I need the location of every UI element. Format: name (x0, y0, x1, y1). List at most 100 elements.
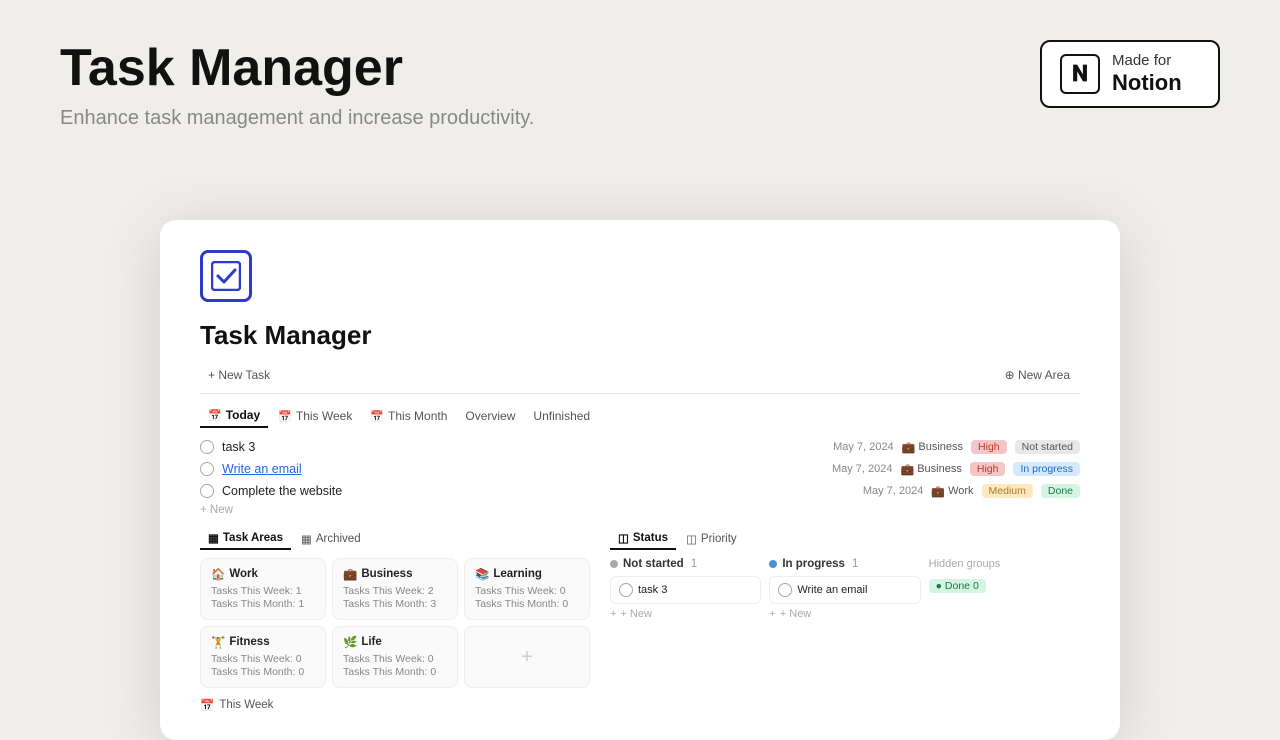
col-header-not-started: Not started 1 (610, 558, 761, 570)
add-area-card[interactable]: + (464, 626, 590, 688)
task-left: task 3 (200, 440, 255, 454)
kanban-columns: Not started 1 task 3 + + New (610, 558, 1080, 620)
status-icon: ◫ (618, 531, 629, 545)
kanban-add-not-started[interactable]: + + New (610, 608, 761, 620)
area-emoji: 📚 (475, 567, 489, 581)
done-badge: ● Done 0 (929, 579, 986, 593)
task-date: May 7, 2024 (832, 463, 893, 475)
tab-today[interactable]: 📅 Today (200, 404, 268, 428)
priority-badge: High (971, 440, 1007, 454)
card-circle (619, 583, 633, 597)
area-card-learning[interactable]: 📚 Learning Tasks This Week: 0 Tasks This… (464, 558, 590, 620)
add-new-label: + New (200, 504, 233, 516)
task-right: May 7, 2024 💼 Business High In progress (832, 462, 1080, 476)
area-week-stat: Tasks This Week: 0 (343, 653, 447, 665)
priority-badge: High (970, 462, 1006, 476)
tab-this-week[interactable]: 📅 This Week (270, 404, 360, 428)
task-areas-icon: ▦ (208, 531, 219, 545)
app-icon (200, 250, 252, 302)
status-label: Status (633, 532, 668, 544)
area-month-stat: Tasks This Month: 1 (211, 598, 315, 610)
area-emoji: 🌿 (343, 635, 357, 649)
kanban-col-not-started: Not started 1 task 3 + + New (610, 558, 761, 620)
notion-icon: 𝐍 (1060, 54, 1100, 94)
tab-month-label: This Month (388, 409, 447, 423)
task-date: May 7, 2024 (833, 441, 894, 453)
task-circle[interactable] (200, 484, 214, 498)
footer: 📅 This Week (200, 698, 1080, 712)
task-date: May 7, 2024 (863, 485, 924, 497)
kanban-col-in-progress: In progress 1 Write an email + + New (769, 558, 920, 620)
kanban-card[interactable]: Write an email (769, 576, 920, 604)
in-progress-dot (769, 560, 777, 568)
area-name: Business (917, 463, 962, 475)
area-week-stat: Tasks This Week: 1 (211, 585, 315, 597)
task-area: 💼 Business (901, 463, 962, 476)
area-card-fitness[interactable]: 🏋️ Fitness Tasks This Week: 0 Tasks This… (200, 626, 326, 688)
task-list: task 3 May 7, 2024 💼 Business High Not s… (200, 436, 1080, 516)
kanban-panel: ◫ Status ◫ Priority Not started 1 (610, 528, 1080, 688)
add-new-task[interactable]: + New (200, 504, 1080, 516)
today-icon: 📅 (208, 409, 222, 422)
tab-status[interactable]: ◫ Status (610, 528, 676, 550)
new-task-button[interactable]: + New Task (200, 365, 278, 385)
task-name: Write an email (222, 462, 302, 476)
toolbar-right: ⊕ New Area (995, 365, 1080, 385)
tab-overview[interactable]: Overview (457, 404, 523, 428)
title-block: Task Manager Enhance task management and… (60, 40, 534, 130)
tab-this-month[interactable]: 📅 This Month (362, 404, 455, 428)
add-icon: + (769, 608, 775, 620)
page-header: Task Manager Enhance task management and… (0, 0, 1280, 130)
kanban-col-hidden: Hidden groups ● Done 0 (929, 558, 1080, 620)
notion-badge: 𝐍 Made for Notion (1040, 40, 1220, 108)
footer-label: This Week (219, 699, 273, 711)
archived-icon: ▦ (301, 532, 312, 546)
month-icon: 📅 (370, 410, 384, 423)
notion-label: Notion (1112, 70, 1182, 96)
card-task-name: task 3 (638, 584, 667, 596)
area-emoji: 🏠 (211, 567, 225, 581)
area-month-stat: Tasks This Month: 3 (343, 598, 447, 610)
kanban-card[interactable]: task 3 (610, 576, 761, 604)
area-emoji: 💼 (343, 567, 357, 581)
task-circle[interactable] (200, 462, 214, 476)
area-icon: 💼 (902, 441, 916, 454)
not-started-label: Not started (623, 558, 684, 570)
kanban-add-in-progress[interactable]: + + New (769, 608, 920, 620)
tab-overview-label: Overview (465, 409, 515, 423)
tab-unfinished[interactable]: Unfinished (525, 404, 598, 428)
kanban-tabs: ◫ Status ◫ Priority (610, 528, 1080, 550)
areas-grid: 🏠 Work Tasks This Week: 1 Tasks This Mon… (200, 558, 590, 688)
tab-archived[interactable]: ▦ Archived (293, 528, 369, 550)
not-started-dot (610, 560, 618, 568)
area-icon: 💼 (901, 463, 915, 476)
priority-label: Priority (701, 533, 737, 545)
area-card-work[interactable]: 🏠 Work Tasks This Week: 1 Tasks This Mon… (200, 558, 326, 620)
in-progress-label: In progress (782, 558, 845, 570)
area-month-stat: Tasks This Month: 0 (211, 666, 315, 678)
area-title: 🏠 Work (211, 567, 315, 581)
task-left: Complete the website (200, 484, 342, 498)
task-circle[interactable] (200, 440, 214, 454)
new-area-button[interactable]: ⊕ New Area (995, 365, 1080, 385)
hidden-groups-label: Hidden groups (929, 558, 1080, 570)
status-badge: Done (1041, 484, 1080, 498)
toolbar-left: + New Task (200, 365, 278, 385)
table-row: Complete the website May 7, 2024 💼 Work … (200, 480, 1080, 502)
area-title: 💼 Business (343, 567, 447, 581)
area-card-business[interactable]: 💼 Business Tasks This Week: 2 Tasks This… (332, 558, 458, 620)
priority-icon: ◫ (686, 532, 697, 546)
area-week-stat: Tasks This Week: 2 (343, 585, 447, 597)
add-area-icon: + (521, 646, 533, 669)
table-row: Write an email May 7, 2024 💼 Business Hi… (200, 458, 1080, 480)
area-card-life[interactable]: 🌿 Life Tasks This Week: 0 Tasks This Mon… (332, 626, 458, 688)
footer-icon: 📅 (200, 698, 214, 712)
page-title: Task Manager (60, 40, 534, 97)
app-window: Task Manager + New Task ⊕ New Area 📅 Tod… (160, 220, 1120, 740)
area-emoji: 🏋️ (211, 635, 225, 649)
tab-task-areas[interactable]: ▦ Task Areas (200, 528, 291, 550)
task-areas-label: Task Areas (223, 532, 283, 544)
card-task-name: Write an email (797, 584, 867, 596)
status-badge: In progress (1013, 462, 1080, 476)
tab-priority[interactable]: ◫ Priority (678, 528, 745, 550)
